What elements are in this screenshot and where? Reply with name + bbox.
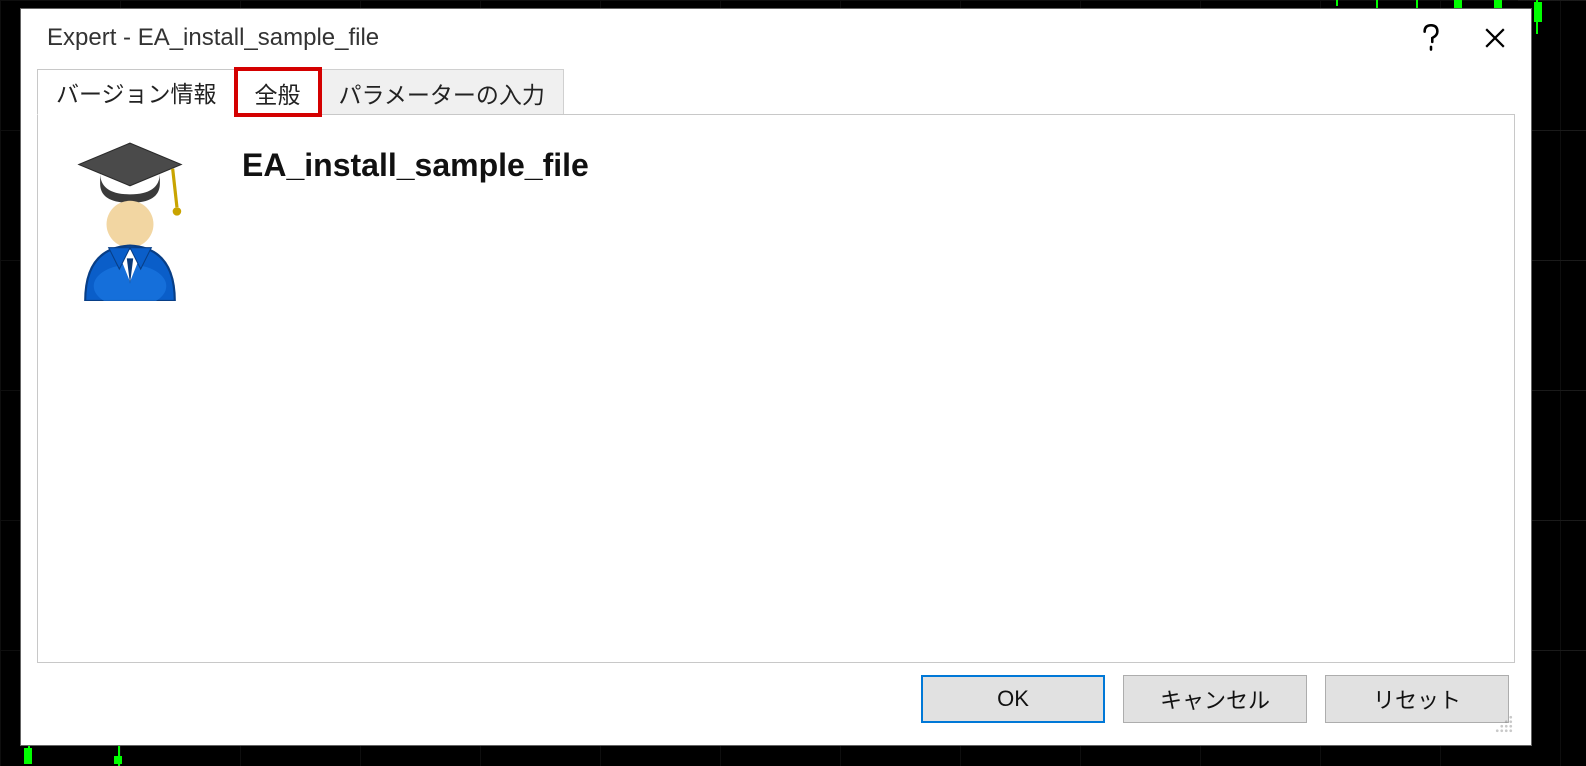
candle (1416, 0, 1418, 8)
dialog-content: バージョン情報 全般 パラメーターの入力 (21, 67, 1531, 745)
expert-dialog: Expert - EA_install_sample_file バージョン情報 … (20, 8, 1532, 746)
cancel-button[interactable]: キャンセル (1123, 675, 1307, 723)
tab-inputs[interactable]: パラメーターの入力 (320, 69, 564, 115)
tab-panel-version-info: EA_install_sample_file (37, 114, 1515, 663)
help-button[interactable] (1399, 14, 1463, 62)
tab-label: バージョン情報 (56, 75, 217, 109)
expert-advisor-icon (66, 141, 194, 301)
titlebar[interactable]: Expert - EA_install_sample_file (21, 9, 1531, 67)
question-icon (1420, 24, 1442, 52)
expert-name: EA_install_sample_file (242, 141, 589, 184)
button-label: OK (997, 686, 1029, 712)
candle (1534, 2, 1542, 22)
tab-version-info[interactable]: バージョン情報 (37, 69, 236, 115)
reset-button[interactable]: リセット (1325, 675, 1509, 723)
ok-button[interactable]: OK (921, 675, 1105, 723)
resize-grip-icon[interactable] (1495, 715, 1513, 733)
tab-bar: バージョン情報 全般 パラメーターの入力 (37, 67, 1515, 115)
button-label: リセット (1373, 683, 1461, 715)
close-button[interactable] (1463, 14, 1527, 62)
button-label: キャンセル (1160, 683, 1270, 715)
window-title: Expert - EA_install_sample_file (47, 24, 379, 52)
tab-label: パラメーターの入力 (339, 76, 545, 110)
tab-label: 全般 (255, 76, 301, 110)
close-icon (1484, 27, 1506, 49)
candle (114, 756, 122, 764)
candle (1336, 0, 1338, 6)
dialog-button-bar: OK キャンセル リセット (37, 663, 1515, 735)
candle (24, 748, 32, 764)
tab-general[interactable]: 全般 (236, 69, 320, 115)
